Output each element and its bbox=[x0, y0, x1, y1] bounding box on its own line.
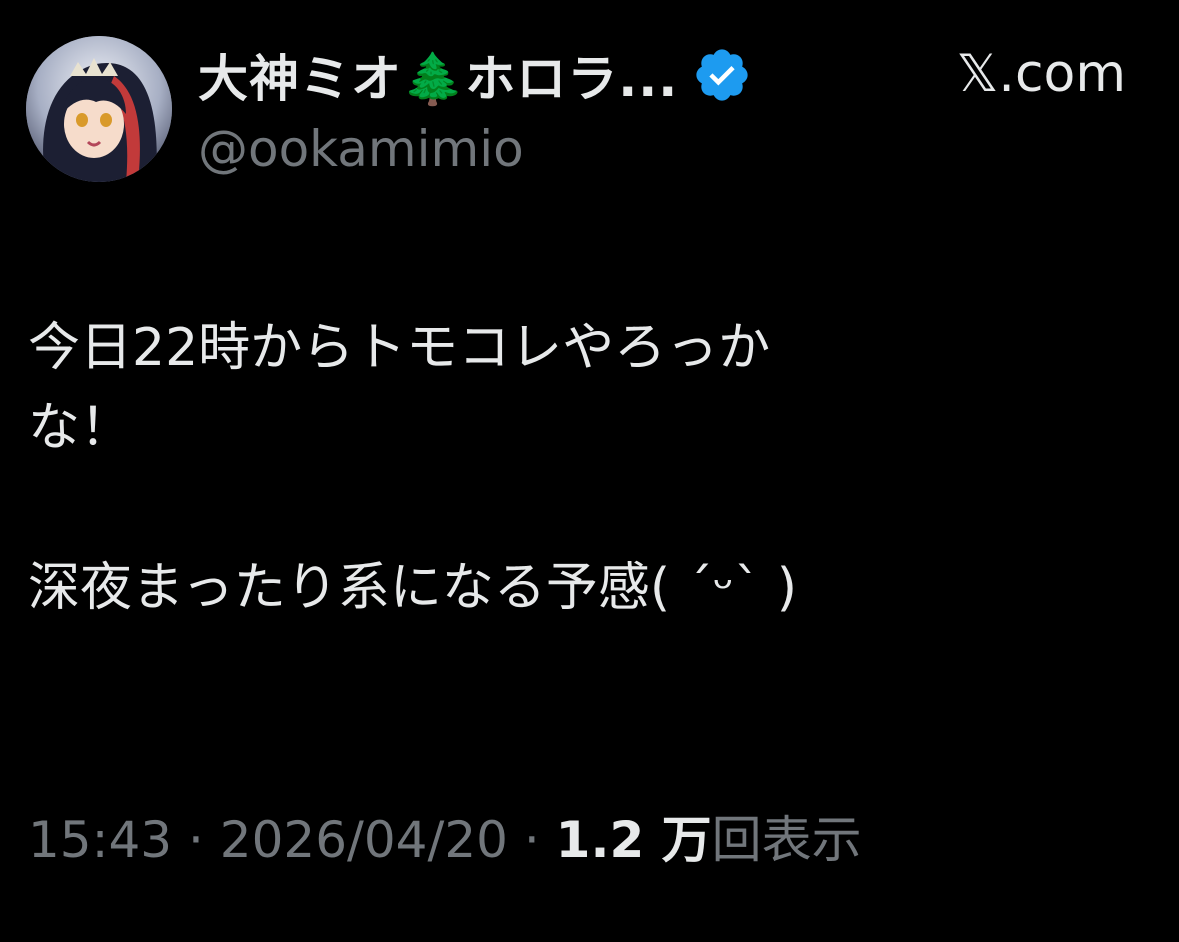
tweet-time[interactable]: 15:43 bbox=[28, 811, 172, 869]
tweet-line: な！ bbox=[28, 398, 133, 458]
meta-separator: · bbox=[172, 811, 220, 869]
verified-badge-icon bbox=[692, 45, 752, 105]
meta-separator: · bbox=[507, 811, 556, 869]
author-handle[interactable]: @ookamimio bbox=[198, 120, 524, 178]
tweet-line: 今日22時からトモコレやろっか bbox=[28, 318, 771, 378]
tweet-line: 深夜まったり系になる予感( ´ᵕ` ) bbox=[28, 558, 798, 618]
views-label: 回表示 bbox=[711, 811, 862, 869]
tweet-header: 大神ミオ🌲ホロラ... @ookamimio 𝕏.com bbox=[26, 36, 1154, 186]
tweet-meta: 15:43 · 2026/04/20 · 1.2 万回表示 bbox=[28, 800, 862, 872]
views-count: 1.2 万 bbox=[555, 811, 712, 869]
author-display-name[interactable]: 大神ミオ🌲ホロラ... bbox=[198, 39, 678, 111]
avatar[interactable] bbox=[26, 36, 172, 182]
site-label[interactable]: 𝕏.com bbox=[957, 44, 1126, 104]
avatar-image bbox=[26, 36, 172, 182]
tweet-date[interactable]: 2026/04/20 bbox=[220, 811, 508, 869]
author-name-row: 大神ミオ🌲ホロラ... bbox=[198, 42, 752, 108]
tweet-text: 今日22時からトモコレやろっか な！ 深夜まったり系になる予感( ´ᵕ` ) bbox=[28, 308, 1148, 628]
